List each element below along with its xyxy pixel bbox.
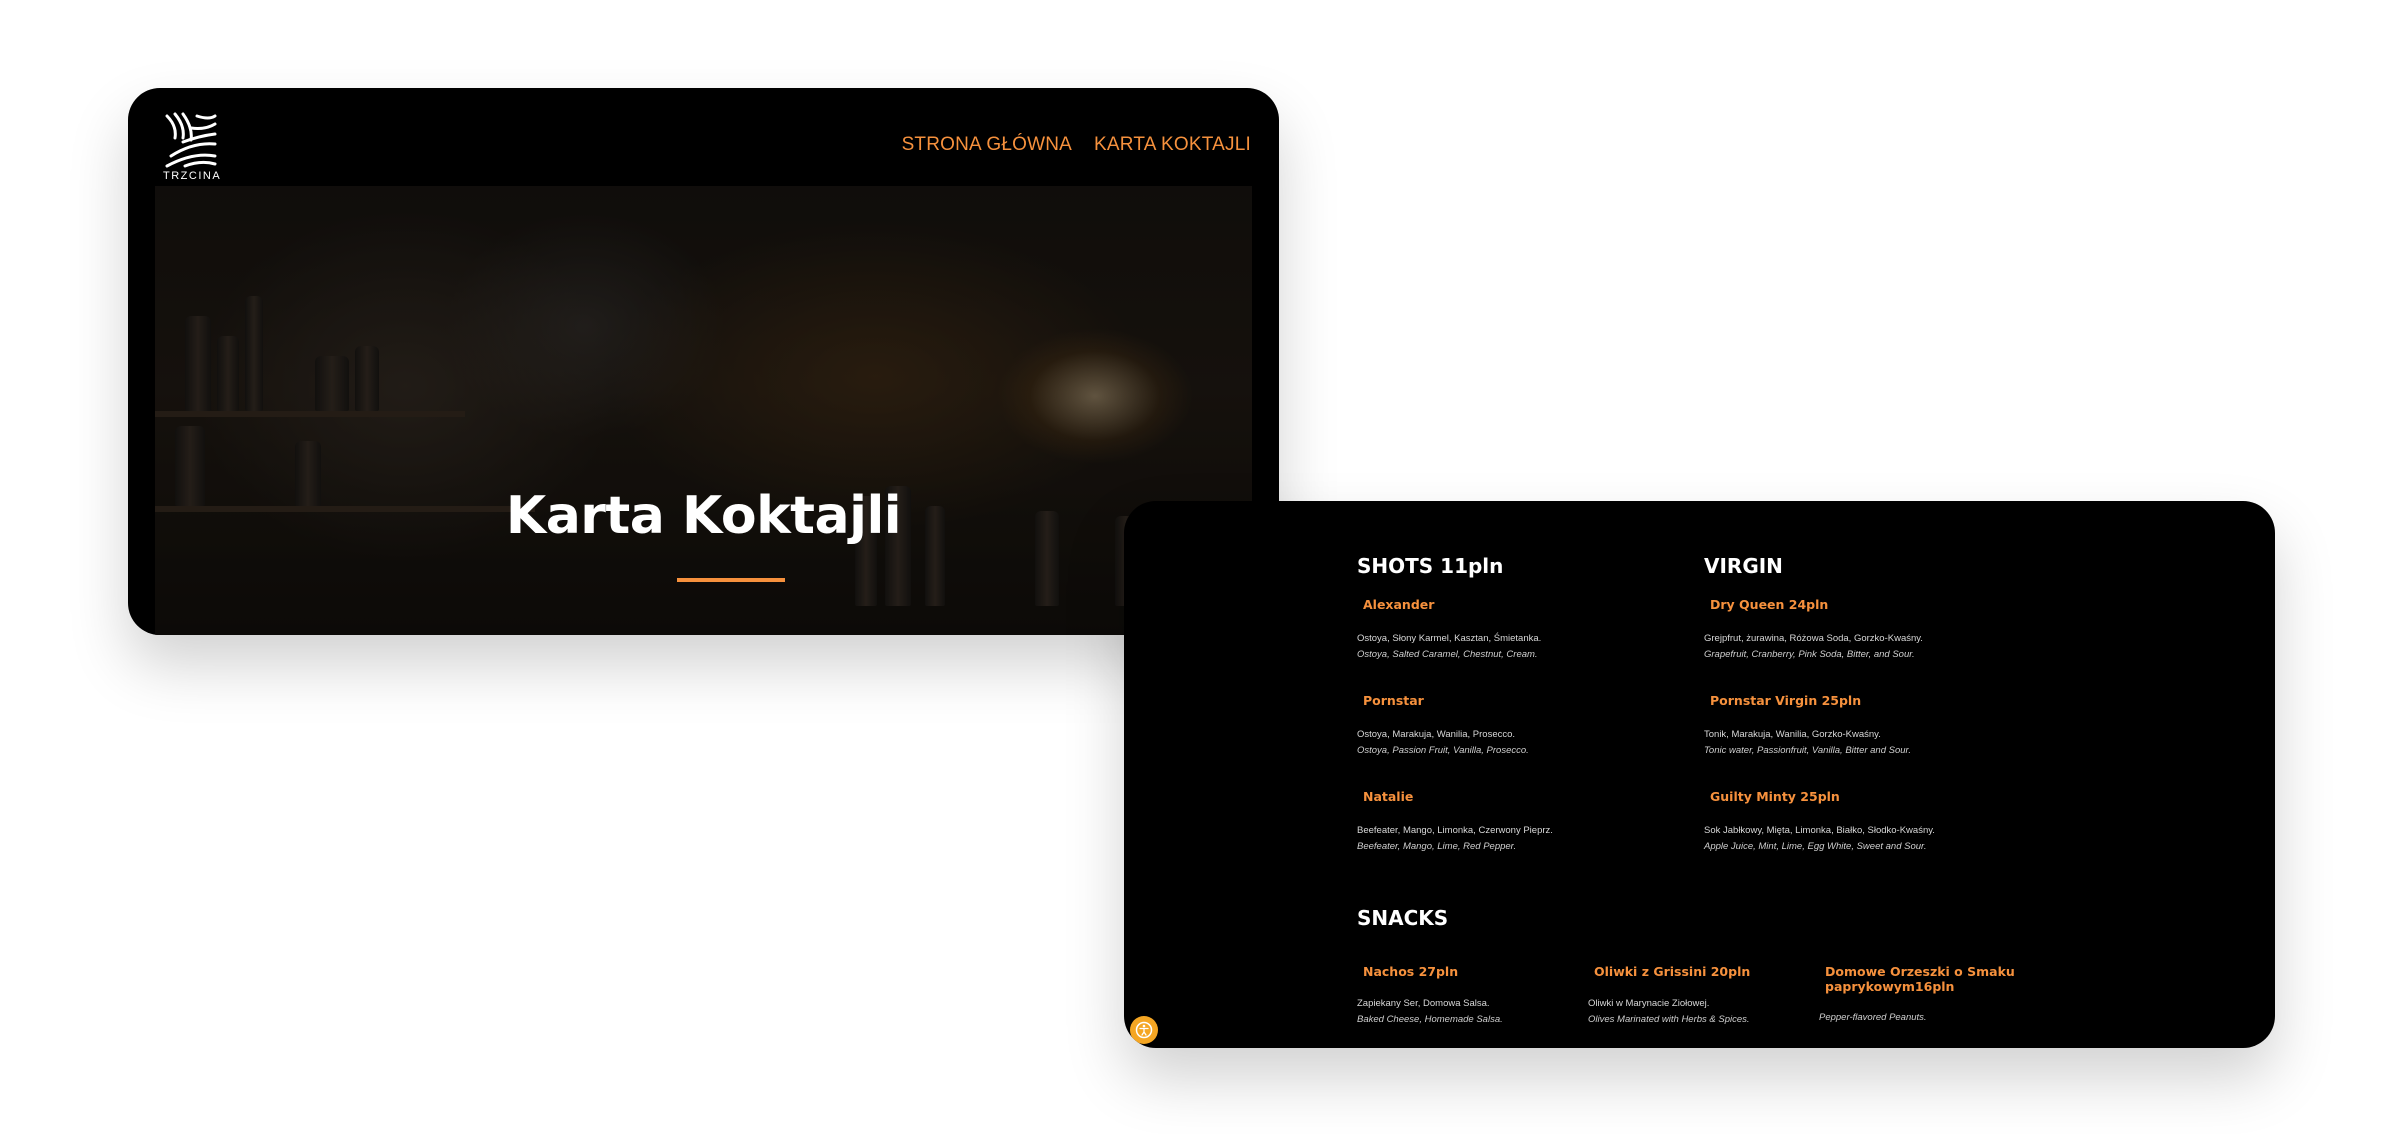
item-ingredients-pl: Ostoya, Słony Karmel, Kasztan, Śmietanka…: [1357, 633, 1542, 644]
item-name: Oliwki z Grissini 20pln: [1594, 964, 1751, 979]
accessibility-icon: [1135, 1021, 1153, 1039]
item-ingredients-en: Pepper-flavored Peanuts.: [1819, 1012, 1927, 1023]
item-ingredients-pl: Oliwki w Marynacie Ziołowej.: [1588, 998, 1710, 1009]
main-nav: STRONA GŁÓWNA KARTA KOKTAJLI: [902, 134, 1251, 156]
item-name: Pornstar Virgin 25pln: [1710, 693, 1862, 708]
item-ingredients-en: Apple Juice, Mint, Lime, Egg White, Swee…: [1704, 841, 1927, 852]
site-header: TRZCINA STRONA GŁÓWNA KARTA KOKTAJLI: [128, 88, 1279, 186]
section-title-shots: SHOTS 11pln: [1357, 554, 1504, 578]
hero-background-image: Karta Koktajli: [155, 186, 1252, 635]
item-ingredients-en: Olives Marinated with Herbs & Spices.: [1588, 1014, 1750, 1025]
hero-screenshot-card: TRZCINA STRONA GŁÓWNA KARTA KOKTAJLI Kar…: [128, 88, 1279, 635]
item-ingredients-en: Ostoya, Salted Caramel, Chestnut, Cream.: [1357, 649, 1538, 660]
item-ingredients-en: Beefeater, Mango, Lime, Red Pepper.: [1357, 841, 1517, 852]
menu-screenshot-card: SHOTS 11pln Alexander Ostoya, Słony Karm…: [1124, 501, 2275, 1048]
reed-logo-icon: [165, 112, 217, 168]
item-name: Domowe Orzeszki o Smaku: [1825, 964, 2015, 979]
section-title-snacks: SNACKS: [1357, 906, 1449, 930]
item-name: Dry Queen 24pln: [1710, 597, 1829, 612]
item-ingredients-pl: Sok Jabłkowy, Mięta, Limonka, Białko, Sł…: [1704, 825, 1935, 836]
item-ingredients-pl: Grejpfrut, żurawina, Różowa Soda, Gorzko…: [1704, 633, 1923, 644]
item-ingredients-en: Grapefruit, Cranberry, Pink Soda, Bitter…: [1704, 649, 1915, 660]
logo-text: TRZCINA: [163, 170, 222, 182]
nav-link-home[interactable]: STRONA GŁÓWNA: [902, 134, 1072, 156]
item-ingredients-pl: Beefeater, Mango, Limonka, Czerwony Piep…: [1357, 825, 1553, 836]
item-ingredients-pl: Ostoya, Marakuja, Wanilia, Prosecco.: [1357, 729, 1516, 740]
title-underline: [677, 578, 785, 582]
item-name: Alexander: [1363, 597, 1435, 612]
section-title-virgin: VIRGIN: [1704, 554, 1783, 578]
item-ingredients-pl: Zapiekany Ser, Domowa Salsa.: [1357, 998, 1490, 1009]
item-ingredients-en: Tonic water, Passionfruit, Vanilla, Bitt…: [1704, 745, 1911, 756]
logo[interactable]: TRZCINA: [163, 112, 222, 182]
item-name: paprykowym16pln: [1825, 979, 1955, 994]
item-ingredients-pl: Tonik, Marakuja, Wanilia, Gorzko-Kwaśny.: [1704, 729, 1881, 740]
item-name: Natalie: [1363, 789, 1414, 804]
item-ingredients-en: Baked Cheese, Homemade Salsa.: [1357, 1014, 1503, 1025]
item-name: Guilty Minty 25pln: [1710, 789, 1840, 804]
item-ingredients-en: Ostoya, Passion Fruit, Vanilla, Prosecco…: [1357, 745, 1529, 756]
accessibility-button[interactable]: [1130, 1016, 1158, 1044]
item-name: Pornstar: [1363, 693, 1424, 708]
item-name: Nachos 27pln: [1363, 964, 1459, 979]
nav-link-cocktail-menu[interactable]: KARTA KOKTAJLI: [1094, 134, 1251, 156]
page-title: Karta Koktajli: [505, 486, 902, 546]
